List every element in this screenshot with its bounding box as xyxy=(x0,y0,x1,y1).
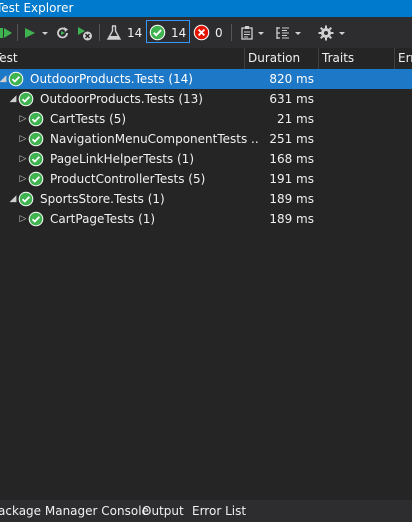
playlist-button[interactable] xyxy=(240,17,256,48)
test-tree-row[interactable]: ▷ ProductControllerTests (5) 191 ms xyxy=(0,169,412,189)
chevron-down-icon xyxy=(42,31,48,35)
collapsed-arrow-icon[interactable]: ▷ xyxy=(18,169,28,189)
group-by-button[interactable] xyxy=(275,17,291,48)
test-group-name: OutdoorProducts.Tests (14) xyxy=(30,72,193,86)
traits-column-header[interactable]: Traits xyxy=(322,48,354,69)
test-tree-row[interactable]: ◢ OutdoorProducts.Tests (14) 820 ms xyxy=(0,69,412,89)
test-group-name: OutdoorProducts.Tests (13) xyxy=(40,92,203,106)
passed-icon xyxy=(28,211,44,227)
toolbar-separator xyxy=(99,24,100,41)
test-tree: ◢ OutdoorProducts.Tests (14) 820 ms ◢ Ou… xyxy=(0,69,412,229)
duration-column-header[interactable]: Duration xyxy=(248,48,300,69)
failed-tests-count: 0 xyxy=(215,25,223,40)
chevron-down-icon xyxy=(339,31,345,35)
test-tree-row[interactable]: ◢ SportsStore.Tests (1) 189 ms xyxy=(0,189,412,209)
tab-package-manager-console[interactable]: ackage Manager Console xyxy=(0,500,149,522)
test-duration: 168 ms xyxy=(269,152,314,166)
failed-icon xyxy=(193,24,210,41)
error-column-header[interactable]: Err xyxy=(398,48,412,69)
test-class-name: PageLinkHelperTests (1) xyxy=(50,152,194,166)
run-icon xyxy=(25,27,35,38)
test-tree-row[interactable]: ▷ CartPageTests (1) 189 ms xyxy=(0,209,412,229)
test-explorer-toolbar: 14 14 0 xyxy=(0,17,412,48)
cancel-button[interactable] xyxy=(77,17,93,48)
run-dropdown-button[interactable] xyxy=(41,17,49,48)
playlist-dropdown-button[interactable] xyxy=(257,17,265,48)
tab-error-list[interactable]: Error List xyxy=(192,500,246,522)
window-title: Test Explorer xyxy=(0,1,74,15)
test-class-name: NavigationMenuComponentTests .. xyxy=(50,132,259,146)
test-class-name: CartPageTests (1) xyxy=(50,212,156,226)
chevron-down-icon xyxy=(295,31,301,35)
group-by-icon xyxy=(276,26,289,39)
column-divider[interactable] xyxy=(394,48,395,69)
test-class-name: CartTests (5) xyxy=(50,112,127,126)
failed-tests-filter[interactable]: 0 xyxy=(193,17,223,48)
test-tree-row[interactable]: ▷ NavigationMenuComponentTests .. 251 ms xyxy=(0,129,412,149)
expanded-arrow-icon[interactable]: ◢ xyxy=(8,89,18,109)
passed-icon xyxy=(18,191,34,207)
test-duration: 631 ms xyxy=(269,92,314,106)
settings-dropdown-button[interactable] xyxy=(338,17,346,48)
collapsed-arrow-icon[interactable]: ▷ xyxy=(18,129,28,149)
passed-icon xyxy=(149,24,166,41)
total-tests-count: 14 xyxy=(127,25,143,40)
passed-icon xyxy=(18,91,34,107)
run-all-button[interactable] xyxy=(0,17,16,48)
repeat-last-run-button[interactable] xyxy=(55,17,71,48)
collapsed-arrow-icon[interactable]: ▷ xyxy=(18,109,28,129)
window-title-bar: Test Explorer xyxy=(0,0,412,17)
test-tree-row[interactable]: ▷ PageLinkHelperTests (1) 168 ms xyxy=(0,149,412,169)
expanded-arrow-icon[interactable]: ◢ xyxy=(0,69,8,89)
run-button[interactable] xyxy=(23,17,37,48)
test-column-header[interactable]: Test xyxy=(0,48,18,69)
test-tree-row[interactable]: ◢ OutdoorProducts.Tests (13) 631 ms xyxy=(0,89,412,109)
tab-output[interactable]: Output xyxy=(142,500,184,522)
passed-tests-filter[interactable]: 14 xyxy=(149,17,186,48)
test-duration: 21 ms xyxy=(276,112,314,126)
cancel-icon xyxy=(78,26,92,40)
settings-icon xyxy=(318,25,334,40)
column-divider[interactable] xyxy=(318,48,319,69)
test-duration: 191 ms xyxy=(269,172,314,186)
total-tests-filter[interactable]: 14 xyxy=(106,17,142,48)
passed-tests-count: 14 xyxy=(171,25,187,40)
column-divider[interactable] xyxy=(244,48,245,69)
toolbar-separator xyxy=(231,24,232,41)
run-all-icon xyxy=(0,27,12,38)
passed-icon xyxy=(28,151,44,167)
group-by-dropdown-button[interactable] xyxy=(294,17,302,48)
passed-icon xyxy=(28,171,44,187)
test-tree-row[interactable]: ▷ CartTests (5) 21 ms xyxy=(0,109,412,129)
test-duration: 251 ms xyxy=(269,132,314,146)
passed-icon xyxy=(8,71,24,87)
flask-icon xyxy=(106,24,122,40)
column-headers: Test Duration Traits Err xyxy=(0,48,412,70)
settings-button[interactable] xyxy=(318,17,334,48)
toolbar-separator xyxy=(17,24,18,41)
test-group-name: SportsStore.Tests (1) xyxy=(40,192,165,206)
expanded-arrow-icon[interactable]: ◢ xyxy=(8,189,18,209)
bottom-panel-tabs: ackage Manager Console Output Error List xyxy=(0,500,412,522)
refresh-icon xyxy=(57,26,68,38)
passed-icon xyxy=(28,111,44,127)
test-duration: 189 ms xyxy=(269,192,314,206)
test-duration: 189 ms xyxy=(269,212,314,226)
passed-icon xyxy=(28,131,44,147)
playlist-icon xyxy=(241,25,253,40)
test-duration: 820 ms xyxy=(269,72,314,86)
test-class-name: ProductControllerTests (5) xyxy=(50,172,206,186)
collapsed-arrow-icon[interactable]: ▷ xyxy=(18,209,28,229)
collapsed-arrow-icon[interactable]: ▷ xyxy=(18,149,28,169)
chevron-down-icon xyxy=(258,31,264,35)
